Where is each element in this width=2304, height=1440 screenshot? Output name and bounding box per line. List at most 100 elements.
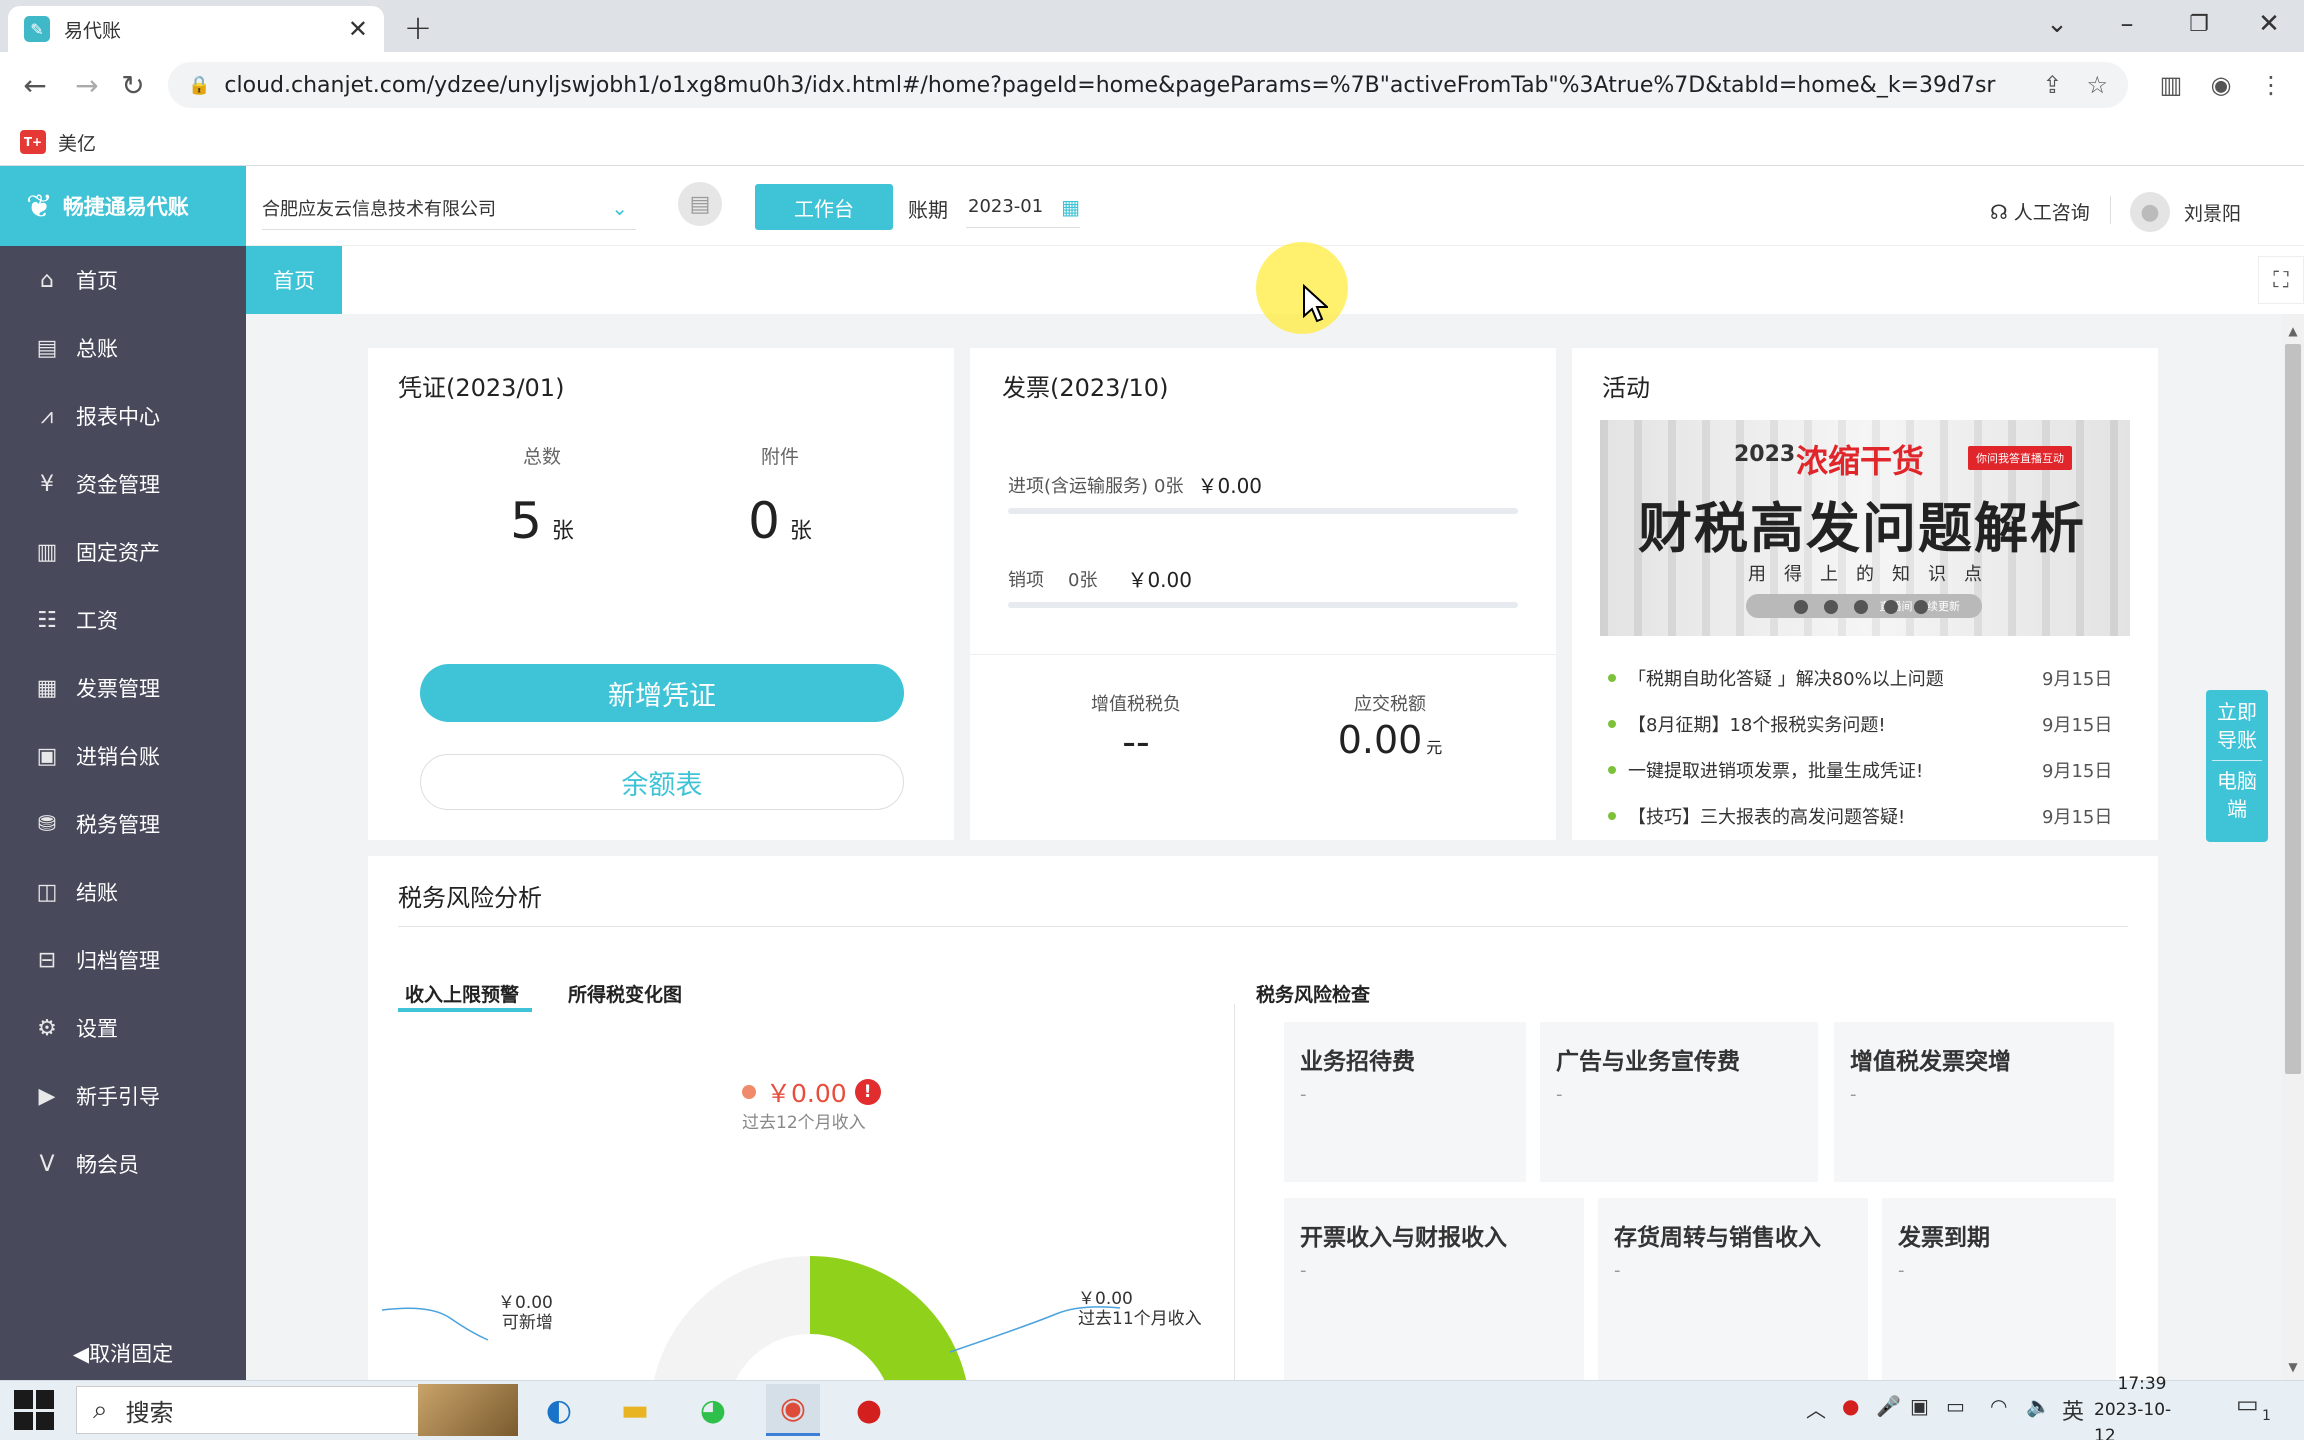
sidebar-item[interactable]: ▦ 发票管理 [0, 654, 246, 722]
float-import-nav[interactable]: 立即 导账 电脑 端 [2206, 690, 2268, 842]
balance-sheet-button[interactable]: 余额表 [420, 754, 904, 810]
omnibox[interactable]: 🔒 cloud.chanjet.com/ydzee/unyljswjobh1/o… [168, 62, 2128, 108]
risk-check-title: 存货周转与销售收入 [1614, 1225, 1821, 1251]
bookmark-star-icon[interactable]: ☆ [2086, 71, 2108, 99]
risk-check-card[interactable]: 存货周转与销售收入 - [1598, 1198, 1868, 1380]
activity-list-item[interactable]: 【8月征期】18个报税实务问题! 9月15日 [1608, 704, 2138, 744]
sidebar-item[interactable]: ▣ 进销台账 [0, 722, 246, 790]
banner-carousel-dot[interactable] [1824, 600, 1838, 614]
banner-carousel-dot[interactable] [1914, 600, 1928, 614]
risk-check-card[interactable]: 开票收入与财报收入 - [1284, 1198, 1584, 1380]
avatar: ● [2130, 192, 2170, 232]
input-invoice-row[interactable]: 进项(含运输服务) 0张 ￥0.00 [1008, 470, 1262, 499]
activity-list-item[interactable]: 「税期自助化答疑 」解决80%以上问题 9月15日 [1608, 658, 2138, 698]
url-text[interactable]: cloud.chanjet.com/ydzee/unyljswjobh1/o1x… [224, 73, 2018, 98]
sidebar-item[interactable]: ▶ 新手引导 [0, 1062, 246, 1130]
add-voucher-button[interactable]: 新增凭证 [420, 664, 904, 722]
scrollbar-thumb[interactable] [2285, 344, 2301, 1074]
reload-button[interactable]: ↻ [112, 64, 154, 106]
risk-check-card[interactable]: 增值税发票突增 - [1834, 1022, 2114, 1182]
recorder-app-icon[interactable]: ● [844, 1386, 894, 1434]
taskbar-clock[interactable]: 17:39 2023-10-12 [2094, 1374, 2190, 1440]
float-import-line2: 导账 [2217, 728, 2257, 752]
windows-start-icon[interactable] [14, 1390, 54, 1430]
sidebar-item[interactable]: ⊟ 归档管理 [0, 926, 246, 994]
sidebar-item[interactable]: ⚙ 设置 [0, 994, 246, 1062]
banner-carousel-dot[interactable] [1884, 600, 1898, 614]
profile-icon[interactable]: ◉ [2200, 64, 2242, 106]
tab-close-icon[interactable]: ✕ [348, 15, 368, 43]
period-value: 2023-01 [968, 196, 1044, 217]
banner-tag: 你问我答直播互动 [1968, 446, 2072, 470]
voucher-total[interactable]: 5 张 [462, 492, 622, 550]
current-income-note: 过去12个月收入 [742, 1113, 866, 1133]
scroll-up-icon[interactable]: ▲ [2284, 322, 2302, 340]
sidebar-item[interactable]: ▤ 总账 [0, 314, 246, 382]
sidebar-item-label: 固定资产 [76, 541, 160, 565]
risk-check-card[interactable]: 广告与业务宣传费 - [1540, 1022, 1818, 1182]
tab-search-chevron-icon[interactable]: ⌄ [2032, 4, 2082, 44]
wechat-app-icon[interactable]: ◕ [688, 1386, 738, 1434]
voucher-attach[interactable]: 0 张 [700, 492, 860, 550]
tray-battery-icon[interactable]: ▭ [1946, 1394, 1965, 1418]
bookmark-item[interactable]: T+ 美亿 [20, 126, 96, 158]
consult-link[interactable]: ☊ 人工咨询 [1990, 198, 2090, 225]
tray-record-icon[interactable]: ● [1842, 1394, 1859, 1418]
sidebar-item[interactable]: ⛃ 税务管理 [0, 790, 246, 858]
unpin-sidebar-button[interactable]: ◀取消固定 [0, 1330, 246, 1376]
risk-check-value: - [1850, 1084, 1857, 1105]
output-invoice-row[interactable]: 销项 0张 ￥0.00 [1008, 564, 1192, 593]
forward-button[interactable]: → [66, 64, 108, 106]
tray-volume-icon[interactable]: 🔈 [2026, 1394, 2051, 1418]
banner-carousel-dot[interactable] [1794, 600, 1808, 614]
file-explorer-icon[interactable]: ▬ [610, 1386, 660, 1434]
edge-app-icon[interactable]: ◐ [534, 1386, 584, 1434]
banner-carousel-dot[interactable] [1854, 600, 1868, 614]
sidebar-item[interactable]: ⌂ 首页 [0, 246, 246, 314]
activity-list-item[interactable]: 【技巧】三大报表的高发问题答疑! 9月15日 [1608, 796, 2138, 836]
period-picker[interactable]: 2023-01 ▦ [966, 186, 1080, 228]
ime-indicator[interactable]: 英 [2062, 1394, 2084, 1426]
menu-kebab-icon[interactable]: ⋮ [2250, 64, 2292, 106]
restore-button[interactable]: ❐ [2174, 4, 2224, 44]
scroll-down-icon[interactable]: ▼ [2284, 1358, 2302, 1376]
sidebar-item[interactable]: V 畅会员 [0, 1130, 246, 1198]
sidebar-item[interactable]: ◫ 结账 [0, 858, 246, 926]
tab-income-tax-chart[interactable]: 所得税变化图 [568, 980, 682, 1007]
sidebar-item[interactable]: ¥ 资金管理 [0, 450, 246, 518]
minimize-button[interactable]: – [2102, 4, 2152, 44]
calculator-icon[interactable]: ▤ [678, 182, 722, 226]
bullet-dot [1608, 766, 1616, 774]
risk-check-title: 增值税发票突增 [1850, 1049, 2011, 1075]
sidebar-item[interactable]: ▥ 固定资产 [0, 518, 246, 586]
chrome-app-icon[interactable]: ◉ [766, 1384, 820, 1436]
new-tab-button[interactable]: + [398, 8, 438, 48]
fullscreen-icon[interactable]: ⛶ [2258, 256, 2304, 304]
tray-chevron-up-icon[interactable]: ︿ [1806, 1394, 1826, 1423]
company-selector[interactable]: 合肥应友云信息技术有限公司 ⌄ [262, 186, 636, 230]
browser-tab[interactable]: ✎ 易代账 ✕ [8, 6, 384, 52]
tray-network-icon[interactable]: ◠ [1990, 1394, 2007, 1418]
sidebar-item[interactable]: ☷ 工资 [0, 586, 246, 654]
tray-mic-icon[interactable]: 🎤 [1876, 1394, 1901, 1418]
close-window-button[interactable]: ✕ [2244, 4, 2294, 44]
risk-check-card[interactable]: 发票到期 - [1882, 1198, 2116, 1380]
notification-icon[interactable]: ▭ [2236, 1390, 2259, 1418]
lock-icon[interactable]: 🔒 [188, 75, 210, 96]
tab-home[interactable]: 首页 [246, 246, 342, 314]
banner-main-title: 财税高发问题解析 [1638, 497, 2086, 560]
workbench-button[interactable]: 工作台 [755, 184, 893, 230]
side-panel-icon[interactable]: ▥ [2150, 64, 2192, 106]
activity-list-item[interactable]: 一键提取进销项发票，批量生成凭证! 9月15日 [1608, 750, 2138, 790]
share-icon[interactable]: ⇪ [2042, 71, 2062, 99]
sidebar-item[interactable]: ⩘ 报表中心 [0, 382, 246, 450]
app-logo[interactable]: ❦ 畅捷通易代账 [0, 166, 246, 246]
user-menu[interactable]: ● 刘景阳 [2130, 192, 2241, 232]
warning-icon[interactable]: ! [854, 1079, 881, 1105]
tab-income-limit[interactable]: 收入上限预警 [405, 980, 519, 1007]
back-button[interactable]: ← [14, 64, 56, 106]
activity-banner[interactable]: 2023 浓缩干货 你问我答直播互动 财税高发问题解析 用得上的知识点 直播间 … [1600, 420, 2130, 636]
chart-left-value: ￥0.00 [498, 1293, 553, 1313]
tray-app-icon[interactable]: ▣ [1910, 1394, 1929, 1418]
risk-check-card[interactable]: 业务招待费 - [1284, 1022, 1526, 1182]
